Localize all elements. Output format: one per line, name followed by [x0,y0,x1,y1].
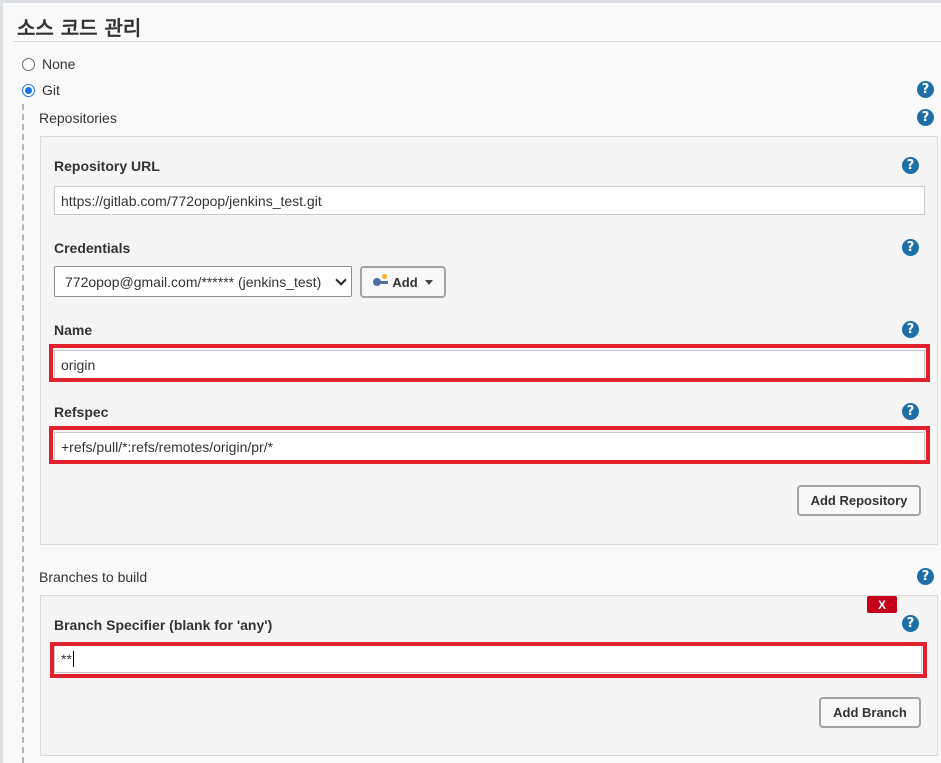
key-icon [373,274,389,287]
radio-none[interactable] [22,57,35,71]
credentials-help-icon[interactable]: ? [902,239,919,256]
scm-option-none[interactable]: None [22,55,75,73]
delete-branch-button[interactable]: X [867,596,897,613]
name-highlight-box [49,344,930,382]
frame-top-border [0,0,941,3]
branch-specifier-highlight-box [50,642,927,678]
add-credentials-label: Add [392,274,418,290]
name-help-icon[interactable]: ? [902,321,919,338]
credentials-select[interactable]: 772opop@gmail.com/****** (jenkins_test) [54,266,352,297]
repository-url-input[interactable]: https://gitlab.com/772opop/jenkins_test.… [54,186,925,215]
repositories-label: Repositories [39,110,117,126]
add-credentials-button[interactable]: Add [360,266,446,298]
scm-option-git[interactable]: Git [22,81,60,99]
refspec-help-icon[interactable]: ? [902,403,919,420]
frame-left-border [0,0,3,763]
refspec-label: Refspec [54,404,109,420]
git-options-dashed-guide [22,104,24,763]
repository-url-help-icon[interactable]: ? [902,157,919,174]
radio-git[interactable] [22,83,35,97]
refspec-highlight-box [49,426,930,464]
radio-none-label: None [42,56,76,72]
radio-git-label: Git [42,82,60,98]
branches-label: Branches to build [39,569,148,585]
branches-help-icon[interactable]: ? [917,568,934,585]
add-branch-button[interactable]: Add Branch [819,697,921,728]
repositories-help-icon[interactable]: ? [917,109,934,126]
chevron-down-icon [335,274,347,286]
section-divider [13,41,941,42]
name-label: Name [54,322,93,338]
credentials-selected-value: 772opop@gmail.com/****** (jenkins_test) [65,273,322,290]
repository-url-label: Repository URL [54,158,160,174]
caret-down-icon [424,279,433,285]
branch-specifier-label: Branch Specifier (blank for 'any') [54,617,273,633]
section-title: 소스 코드 관리 [17,16,142,40]
credentials-label: Credentials [54,240,131,256]
add-repository-button[interactable]: Add Repository [797,485,921,516]
branch-specifier-help-icon[interactable]: ? [902,615,919,632]
git-help-icon[interactable]: ? [917,81,934,98]
